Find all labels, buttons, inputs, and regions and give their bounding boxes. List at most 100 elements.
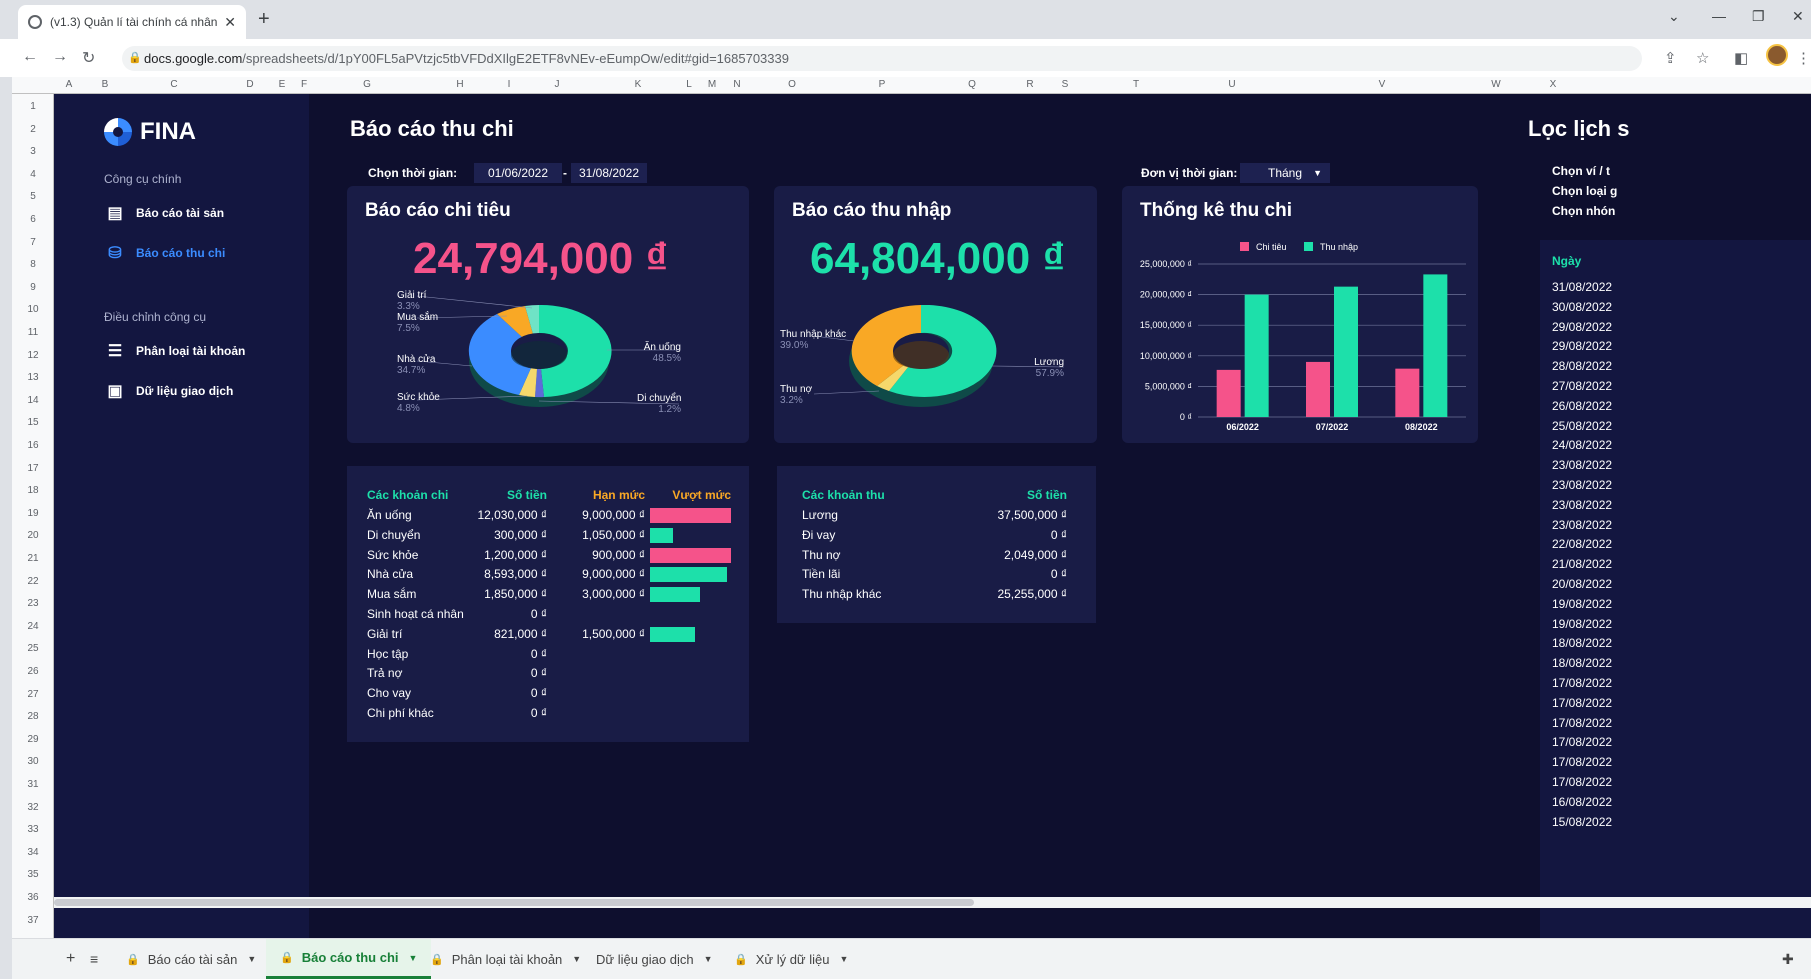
filter-wallet[interactable]: Chọn ví / t bbox=[1552, 164, 1610, 178]
time-unit-select[interactable]: Tháng ▼ bbox=[1240, 163, 1330, 183]
column-header[interactable]: P bbox=[872, 79, 892, 90]
bar-expense bbox=[1395, 368, 1420, 417]
column-header[interactable]: K bbox=[628, 79, 648, 90]
filter-type[interactable]: Chọn loại g bbox=[1552, 184, 1617, 198]
column-header[interactable]: W bbox=[1486, 79, 1506, 90]
row-header[interactable]: 31 bbox=[12, 779, 54, 790]
row-header[interactable]: 37 bbox=[12, 915, 54, 926]
bookmark-star-icon[interactable]: ☆ bbox=[1696, 49, 1709, 67]
side-panel-icon[interactable]: ◧ bbox=[1734, 49, 1748, 67]
row-header[interactable]: 5 bbox=[12, 191, 54, 202]
row-header[interactable]: 12 bbox=[12, 350, 54, 361]
row-header[interactable]: 13 bbox=[12, 372, 54, 383]
row-header[interactable]: 6 bbox=[12, 214, 54, 225]
column-header[interactable]: M bbox=[702, 79, 722, 90]
filter-group[interactable]: Chọn nhón bbox=[1552, 204, 1615, 218]
sheet-tab-transaction-data[interactable]: Dữ liệu giao dịch ▼ bbox=[582, 939, 727, 979]
row-header[interactable]: 26 bbox=[12, 666, 54, 677]
share-icon[interactable]: ⇪ bbox=[1664, 49, 1677, 67]
column-header[interactable]: Q bbox=[962, 79, 982, 90]
row-header[interactable]: 17 bbox=[12, 463, 54, 474]
back-icon[interactable]: ← bbox=[22, 48, 38, 66]
sidebar-item-income-expense-report[interactable]: ⛁ Báo cáo thu chi bbox=[104, 242, 225, 264]
horizontal-scrollbar[interactable] bbox=[54, 897, 1811, 908]
column-header[interactable]: J bbox=[547, 79, 567, 90]
tab-search-icon[interactable]: ⌄ bbox=[1668, 8, 1680, 25]
row-header[interactable]: 19 bbox=[12, 508, 54, 519]
close-window-icon[interactable]: ✕ bbox=[1792, 8, 1804, 25]
menu-kebab-icon[interactable]: ⋮ bbox=[1796, 49, 1811, 67]
column-header[interactable]: X bbox=[1543, 79, 1563, 90]
close-tab-icon[interactable]: ✕ bbox=[224, 14, 236, 31]
row-header[interactable]: 23 bbox=[12, 598, 54, 609]
row-header[interactable]: 35 bbox=[12, 869, 54, 880]
row-header[interactable]: 33 bbox=[12, 824, 54, 835]
sidebar-item-asset-report[interactable]: ▤ Báo cáo tài sản bbox=[104, 202, 224, 224]
profile-avatar[interactable] bbox=[1766, 44, 1788, 66]
row-header[interactable]: 25 bbox=[12, 643, 54, 654]
row-header[interactable]: 16 bbox=[12, 440, 54, 451]
all-sheets-icon[interactable]: ≡ bbox=[76, 939, 112, 979]
column-header[interactable]: I bbox=[499, 79, 519, 90]
row-header[interactable]: 24 bbox=[12, 621, 54, 632]
row-header[interactable]: 34 bbox=[12, 847, 54, 858]
row-header[interactable]: 20 bbox=[12, 530, 54, 541]
row-header[interactable]: 4 bbox=[12, 169, 54, 180]
sidebar-item-account-category[interactable]: ☰ Phân loại tài khoản bbox=[104, 340, 246, 362]
row-header[interactable]: 15 bbox=[12, 417, 54, 428]
row-header[interactable]: 7 bbox=[12, 237, 54, 248]
column-header[interactable]: U bbox=[1222, 79, 1242, 90]
column-header[interactable]: C bbox=[164, 79, 184, 90]
forward-icon[interactable]: → bbox=[52, 48, 68, 66]
expense-category: Sinh hoạt cá nhân bbox=[367, 607, 464, 621]
column-header[interactable]: L bbox=[679, 79, 699, 90]
column-header[interactable]: O bbox=[782, 79, 802, 90]
column-header[interactable]: A bbox=[59, 79, 79, 90]
row-header[interactable]: 21 bbox=[12, 553, 54, 564]
row-header[interactable]: 1 bbox=[12, 101, 54, 112]
table-row: Đi vay 0 ₫ bbox=[777, 528, 1096, 546]
row-header[interactable]: 27 bbox=[12, 689, 54, 700]
browser-tab[interactable]: (v1.3) Quản lí tài chính cá nhân - ✕ bbox=[18, 5, 246, 39]
date-to-input[interactable]: 31/08/2022 bbox=[571, 163, 647, 183]
sheet-tab-income-expense-report[interactable]: 🔒 Báo cáo thu chi ▼ bbox=[266, 939, 432, 979]
column-header[interactable]: G bbox=[357, 79, 377, 90]
sheet-tab-account-category[interactable]: 🔒 Phân loại tài khoản ▼ bbox=[416, 939, 595, 979]
column-header[interactable]: R bbox=[1020, 79, 1040, 90]
row-header[interactable]: 11 bbox=[12, 327, 54, 338]
column-header[interactable]: S bbox=[1055, 79, 1075, 90]
row-header[interactable]: 10 bbox=[12, 304, 54, 315]
column-header[interactable]: E bbox=[272, 79, 292, 90]
row-header[interactable]: 14 bbox=[12, 395, 54, 406]
row-header[interactable]: 30 bbox=[12, 756, 54, 767]
column-header[interactable]: N bbox=[727, 79, 747, 90]
url-field[interactable]: 🔒 docs.google.com/spreadsheets/d/1pY00FL… bbox=[122, 46, 1642, 71]
sheet-tab-data-processing[interactable]: 🔒 Xử lý dữ liệu ▼ bbox=[720, 939, 862, 979]
date-from-input[interactable]: 01/06/2022 bbox=[474, 163, 562, 183]
sidebar-item-transaction-data[interactable]: ▣ Dữ liệu giao dịch bbox=[104, 380, 233, 402]
row-header[interactable]: 28 bbox=[12, 711, 54, 722]
minimize-icon[interactable]: — bbox=[1712, 8, 1726, 24]
row-header[interactable]: 22 bbox=[12, 576, 54, 587]
new-tab-icon[interactable]: + bbox=[258, 9, 270, 29]
row-header[interactable]: 32 bbox=[12, 802, 54, 813]
row-header[interactable]: 3 bbox=[12, 146, 54, 157]
restore-icon[interactable]: ❐ bbox=[1752, 8, 1765, 25]
column-header[interactable]: T bbox=[1126, 79, 1146, 90]
column-header[interactable]: H bbox=[450, 79, 470, 90]
row-header[interactable]: 29 bbox=[12, 734, 54, 745]
column-header[interactable]: B bbox=[95, 79, 115, 90]
row-header[interactable]: 18 bbox=[12, 485, 54, 496]
row-header[interactable]: 2 bbox=[12, 124, 54, 135]
row-header[interactable]: 8 bbox=[12, 259, 54, 270]
sheet-tab-asset-report[interactable]: 🔒 Báo cáo tài sản ▼ bbox=[112, 939, 270, 979]
row-header[interactable]: 36 bbox=[12, 892, 54, 903]
reload-icon[interactable]: ↻ bbox=[82, 48, 95, 68]
expense-category: Học tập bbox=[367, 646, 409, 661]
history-date: 21/08/2022 bbox=[1552, 557, 1613, 572]
explore-icon[interactable]: ✚ bbox=[1768, 939, 1808, 979]
column-header[interactable]: D bbox=[240, 79, 260, 90]
row-header[interactable]: 9 bbox=[12, 282, 54, 293]
column-header[interactable]: V bbox=[1372, 79, 1392, 90]
column-header[interactable]: F bbox=[294, 79, 314, 90]
